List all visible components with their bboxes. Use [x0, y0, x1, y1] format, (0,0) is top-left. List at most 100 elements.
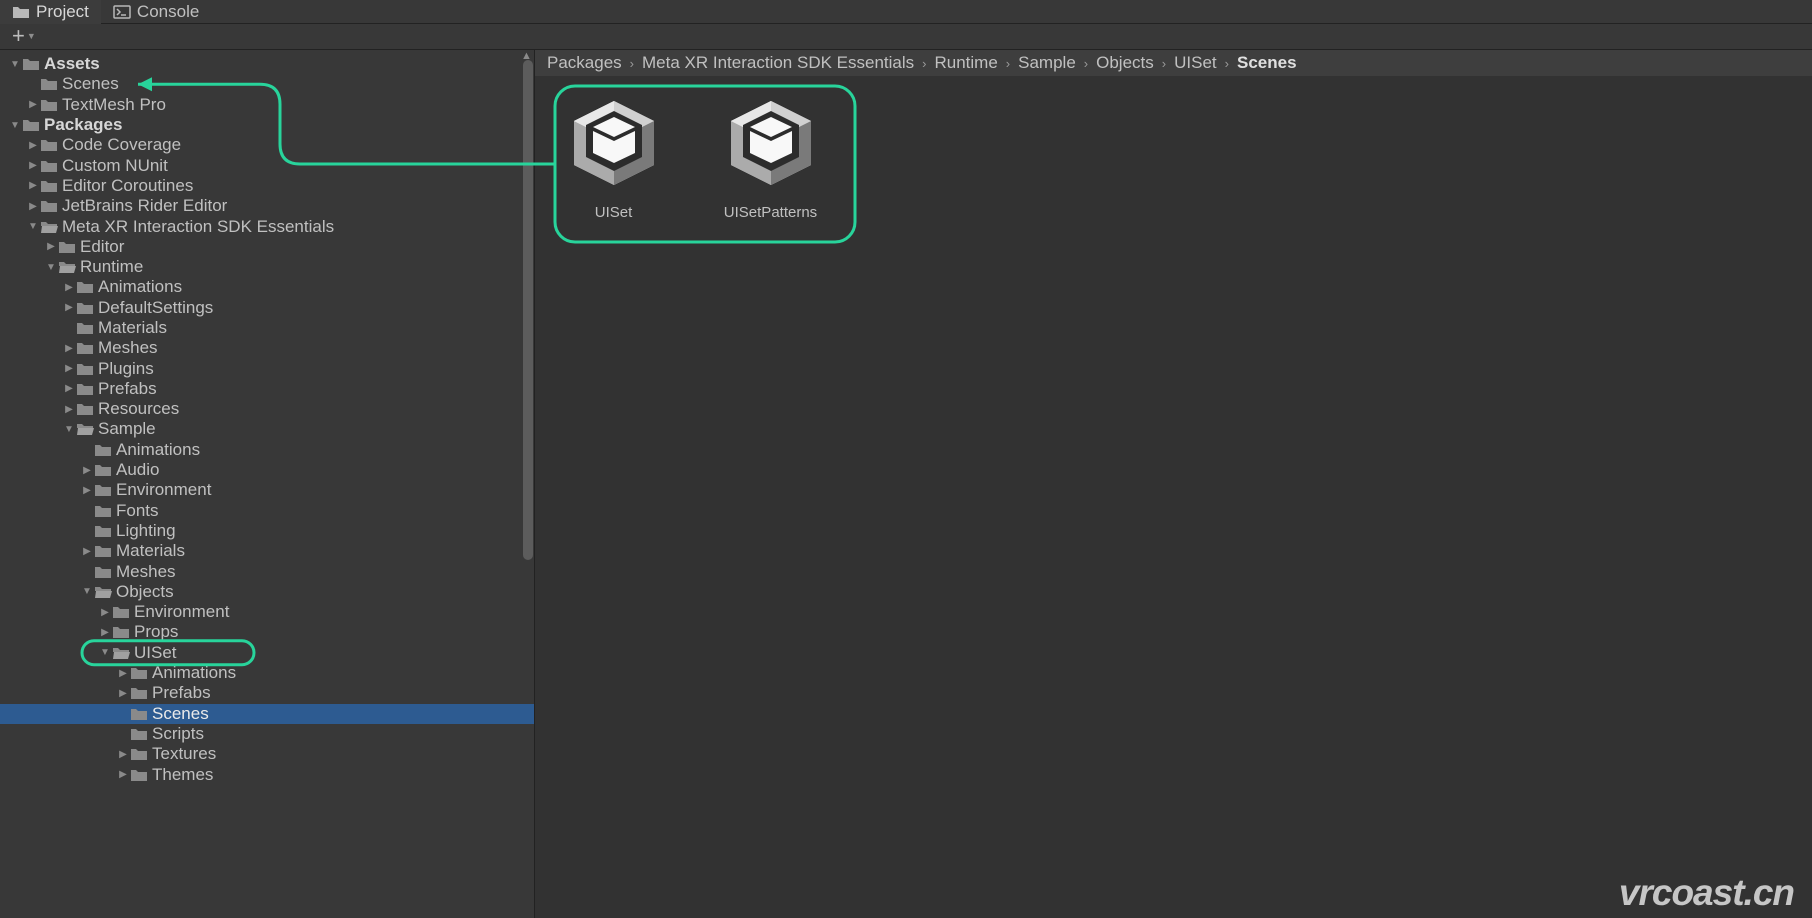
folder-icon: [22, 117, 40, 133]
foldout-closed-icon[interactable]: [116, 668, 130, 679]
tree-node-ui-anim[interactable]: Animations: [0, 663, 534, 683]
tree-node-label: Environment: [134, 602, 229, 622]
tree-node-label: Fonts: [116, 501, 159, 521]
tree-node-sm-mat[interactable]: Materials: [0, 541, 534, 561]
breadcrumb-item[interactable]: Sample: [1018, 53, 1076, 73]
folder-tree-panel: AssetsScenesTextMesh ProPackagesCode Cov…: [0, 50, 535, 918]
breadcrumb-item[interactable]: UISet: [1174, 53, 1217, 73]
foldout-open-icon[interactable]: [80, 586, 94, 597]
foldout-closed-icon[interactable]: [62, 302, 76, 313]
tree-node-sm-env[interactable]: Environment: [0, 480, 534, 500]
folder-open-icon: [76, 421, 94, 437]
tree-node-label: Runtime: [80, 257, 143, 277]
tree-node-obj-env[interactable]: Environment: [0, 602, 534, 622]
tree-node-rt-defset[interactable]: DefaultSettings: [0, 298, 534, 318]
tree-node-label: Animations: [152, 663, 236, 683]
foldout-closed-icon[interactable]: [98, 627, 112, 638]
foldout-open-icon[interactable]: [26, 221, 40, 232]
foldout-closed-icon[interactable]: [98, 607, 112, 618]
foldout-open-icon[interactable]: [98, 647, 112, 658]
tree-node-sm-objects[interactable]: Objects: [0, 582, 534, 602]
foldout-closed-icon[interactable]: [62, 383, 76, 394]
tree-node-sm-light[interactable]: Lighting: [0, 521, 534, 541]
tree-node-assets-scenes[interactable]: Scenes: [0, 74, 534, 94]
breadcrumb: Packages›Meta XR Interaction SDK Essenti…: [535, 50, 1812, 76]
tree-node-rt-sample[interactable]: Sample: [0, 419, 534, 439]
tree-node-pkg-rider[interactable]: JetBrains Rider Editor: [0, 196, 534, 216]
foldout-open-icon[interactable]: [8, 120, 22, 131]
scroll-thumb[interactable]: [523, 60, 533, 560]
foldout-closed-icon[interactable]: [62, 282, 76, 293]
foldout-closed-icon[interactable]: [26, 201, 40, 212]
foldout-closed-icon[interactable]: [80, 465, 94, 476]
foldout-open-icon[interactable]: [62, 424, 76, 435]
tree-node-ui-tex[interactable]: Textures: [0, 744, 534, 764]
tree-node-label: Audio: [116, 460, 159, 480]
foldout-closed-icon[interactable]: [62, 404, 76, 415]
unity-scene-icon: [559, 88, 669, 198]
asset-uisetpatterns[interactable]: UISetPatterns: [708, 88, 833, 221]
tree-node-rt-plugins[interactable]: Plugins: [0, 358, 534, 378]
tree-node-label: Meshes: [116, 562, 176, 582]
tree-node-label: Scenes: [152, 704, 209, 724]
tree-node-label: Animations: [116, 440, 200, 460]
foldout-closed-icon[interactable]: [26, 99, 40, 110]
foldout-closed-icon[interactable]: [116, 769, 130, 780]
tree-node-pkg-nunit[interactable]: Custom NUnit: [0, 155, 534, 175]
breadcrumb-item[interactable]: Packages: [547, 53, 622, 73]
add-button[interactable]: + ▼: [6, 26, 42, 48]
tree-node-metaxr-editor[interactable]: Editor: [0, 237, 534, 257]
foldout-closed-icon[interactable]: [116, 688, 130, 699]
tree-node-packages[interactable]: Packages: [0, 115, 534, 135]
folder-icon: [130, 767, 148, 783]
tree-node-rt-meshes[interactable]: Meshes: [0, 338, 534, 358]
tree-node-pkg-editcr[interactable]: Editor Coroutines: [0, 176, 534, 196]
tree-node-sm-meshes[interactable]: Meshes: [0, 561, 534, 581]
tree-node-metaxr-runtime[interactable]: Runtime: [0, 257, 534, 277]
breadcrumb-item[interactable]: Meta XR Interaction SDK Essentials: [642, 53, 914, 73]
foldout-open-icon[interactable]: [8, 59, 22, 70]
breadcrumb-item[interactable]: Runtime: [934, 53, 997, 73]
tree-node-obj-uiset[interactable]: UISet: [0, 643, 534, 663]
tab-console[interactable]: Console: [101, 0, 211, 24]
foldout-closed-icon[interactable]: [26, 160, 40, 171]
tree-node-rt-anim[interactable]: Animations: [0, 277, 534, 297]
tree-node-assets-tmp[interactable]: TextMesh Pro: [0, 95, 534, 115]
tree-node-ui-themes[interactable]: Themes: [0, 764, 534, 784]
tree-node-label: Meshes: [98, 338, 158, 358]
tree-node-sm-anim[interactable]: Animations: [0, 440, 534, 460]
breadcrumb-item[interactable]: Scenes: [1237, 53, 1297, 73]
foldout-closed-icon[interactable]: [62, 363, 76, 374]
folder-icon: [40, 198, 58, 214]
tree-node-label: Materials: [98, 318, 167, 338]
foldout-closed-icon[interactable]: [80, 485, 94, 496]
asset-uiset[interactable]: UISet: [551, 88, 676, 221]
tree-node-sm-fonts[interactable]: Fonts: [0, 501, 534, 521]
foldout-closed-icon[interactable]: [44, 241, 58, 252]
foldout-open-icon[interactable]: [44, 262, 58, 273]
folder-icon: [22, 56, 40, 72]
breadcrumb-item[interactable]: Objects: [1096, 53, 1154, 73]
tree-node-obj-props[interactable]: Props: [0, 622, 534, 642]
tree-node-rt-prefabs[interactable]: Prefabs: [0, 379, 534, 399]
foldout-closed-icon[interactable]: [62, 343, 76, 354]
folder-icon: [94, 523, 112, 539]
tree-node-rt-res[interactable]: Resources: [0, 399, 534, 419]
folder-icon: [130, 685, 148, 701]
folder-icon: [76, 401, 94, 417]
tree-node-assets[interactable]: Assets: [0, 54, 534, 74]
foldout-closed-icon[interactable]: [26, 140, 40, 151]
tree-node-pkg-codecov[interactable]: Code Coverage: [0, 135, 534, 155]
tree-node-sm-audio[interactable]: Audio: [0, 460, 534, 480]
tree-node-rt-mat[interactable]: Materials: [0, 318, 534, 338]
foldout-closed-icon[interactable]: [80, 546, 94, 557]
tree-node-ui-scripts[interactable]: Scripts: [0, 724, 534, 744]
tab-project[interactable]: Project: [0, 0, 101, 24]
tree-node-ui-scenes[interactable]: Scenes: [0, 704, 534, 724]
tree-node-label: Prefabs: [152, 683, 211, 703]
foldout-closed-icon[interactable]: [26, 180, 40, 191]
foldout-closed-icon[interactable]: [116, 749, 130, 760]
scrollbar[interactable]: ▲: [523, 56, 533, 912]
tree-node-pkg-metaxr[interactable]: Meta XR Interaction SDK Essentials: [0, 216, 534, 236]
tree-node-ui-prefabs[interactable]: Prefabs: [0, 683, 534, 703]
